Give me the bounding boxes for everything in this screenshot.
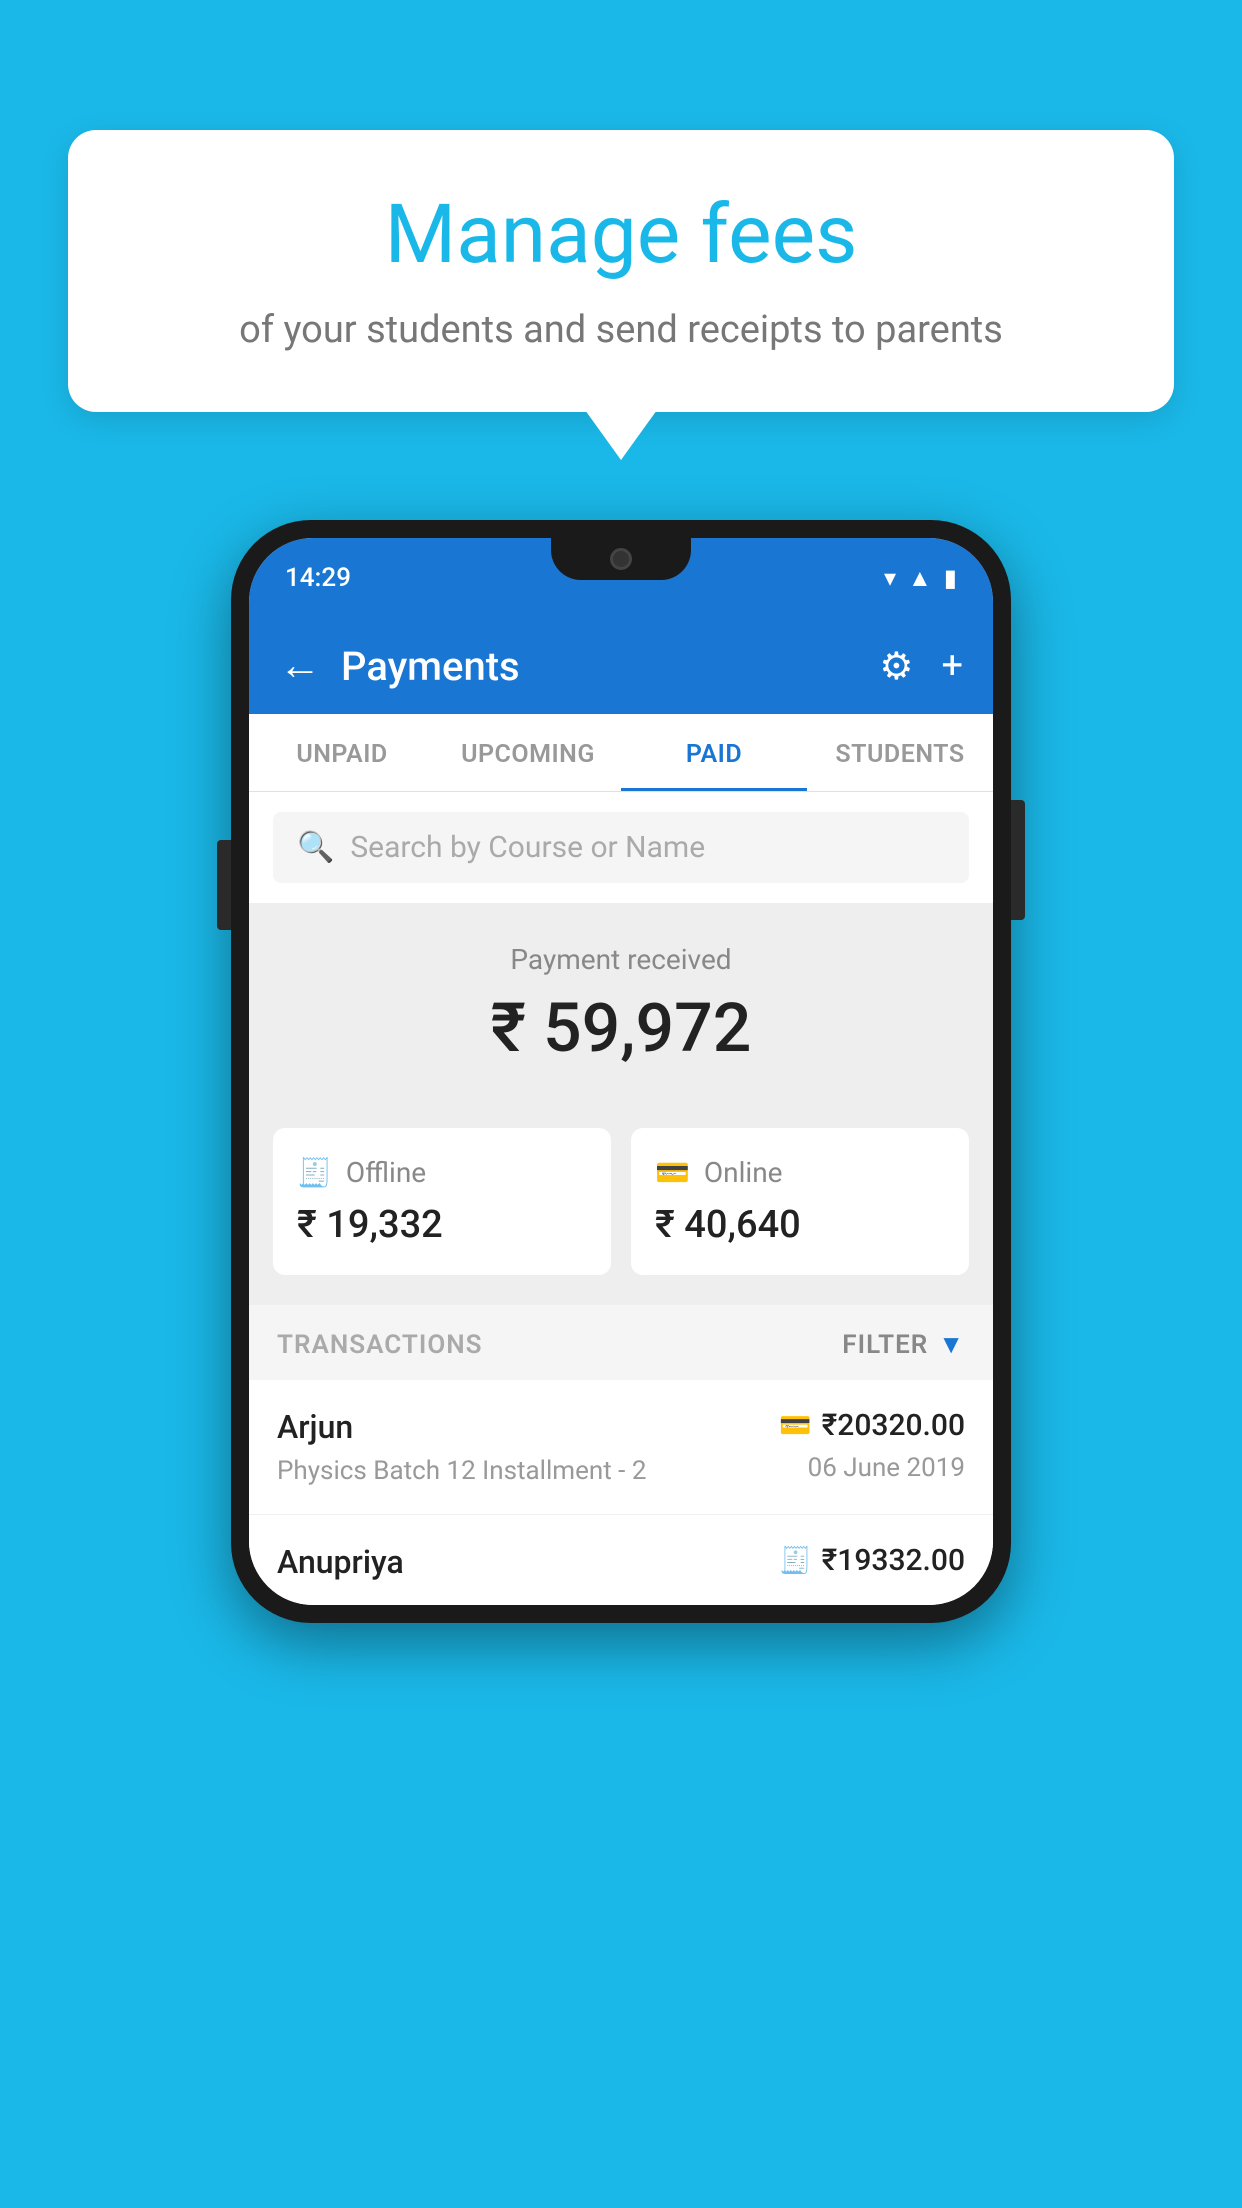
search-bar: 🔍 Search by Course or Name (249, 792, 993, 903)
payment-summary: Payment received ₹ 59,972 (249, 903, 993, 1104)
tx-amount-1: ₹20320.00 (822, 1408, 965, 1443)
online-card: 💳 Online ₹ 40,640 (631, 1128, 969, 1275)
app-header: ← Payments ⚙ + (249, 618, 993, 714)
tx-left-1: Arjun Physics Batch 12 Installment - 2 (277, 1408, 646, 1486)
tx-right-1: 💳 ₹20320.00 06 June 2019 (779, 1408, 965, 1483)
tab-paid[interactable]: PAID (621, 714, 807, 791)
online-label: Online (704, 1156, 783, 1189)
online-amount: ₹ 40,640 (655, 1203, 945, 1247)
table-row[interactable]: Anupriya 🧾 ₹19332.00 (249, 1515, 993, 1605)
payment-total-amount: ₹ 59,972 (279, 988, 963, 1068)
tx-offline-icon-2: 🧾 (779, 1546, 811, 1576)
settings-icon[interactable]: ⚙ (879, 644, 913, 689)
payment-received-label: Payment received (279, 943, 963, 976)
offline-label: Offline (346, 1156, 426, 1189)
status-time: 14:29 (285, 563, 351, 593)
offline-card-header: 🧾 Offline (297, 1156, 587, 1189)
content-area: 🔍 Search by Course or Name Payment recei… (249, 792, 993, 1605)
table-row[interactable]: Arjun Physics Batch 12 Installment - 2 💳… (249, 1380, 993, 1515)
page-title: Payments (341, 643, 520, 690)
back-button[interactable]: ← (279, 645, 321, 687)
add-icon[interactable]: + (941, 644, 963, 688)
battery-icon: ▮ (944, 564, 957, 592)
tx-name-1: Arjun (277, 1408, 646, 1446)
search-input-wrapper[interactable]: 🔍 Search by Course or Name (273, 812, 969, 883)
offline-amount: ₹ 19,332 (297, 1203, 587, 1247)
filter-icon: ▼ (938, 1329, 965, 1360)
wifi-icon: ▾ (884, 564, 896, 592)
status-icons: ▾ ▲ ▮ (884, 564, 957, 593)
status-bar: 14:29 ▾ ▲ ▮ (249, 538, 993, 618)
phone-outer: 14:29 ▾ ▲ ▮ ← Payments ⚙ + (231, 520, 1011, 1623)
header-right: ⚙ + (879, 644, 963, 689)
signal-icon: ▲ (908, 564, 932, 593)
filter-label: FILTER (842, 1330, 928, 1360)
tx-right-2: 🧾 ₹19332.00 (779, 1543, 965, 1588)
tx-card-icon-1: 💳 (779, 1411, 811, 1441)
offline-card: 🧾 Offline ₹ 19,332 (273, 1128, 611, 1275)
tx-amount-2: ₹19332.00 (822, 1543, 965, 1578)
tab-unpaid[interactable]: UNPAID (249, 714, 435, 791)
transactions-header: TRANSACTIONS FILTER ▼ (249, 1305, 993, 1380)
search-placeholder: Search by Course or Name (350, 830, 705, 865)
tab-upcoming[interactable]: UPCOMING (435, 714, 621, 791)
phone-device: 14:29 ▾ ▲ ▮ ← Payments ⚙ + (231, 520, 1011, 1623)
offline-icon: 🧾 (297, 1156, 332, 1189)
tx-amount-row-2: 🧾 ₹19332.00 (779, 1543, 965, 1578)
header-left: ← Payments (279, 643, 520, 690)
tx-detail-1: Physics Batch 12 Installment - 2 (277, 1456, 646, 1486)
tabs-bar: UNPAID UPCOMING PAID STUDENTS (249, 714, 993, 792)
speech-bubble: Manage fees of your students and send re… (68, 130, 1174, 412)
search-icon: 🔍 (297, 830, 334, 865)
tx-left-2: Anupriya (277, 1543, 404, 1591)
speech-bubble-wrapper: Manage fees of your students and send re… (68, 130, 1174, 412)
bubble-subtitle: of your students and send receipts to pa… (108, 304, 1134, 357)
tx-amount-row-1: 💳 ₹20320.00 (779, 1408, 965, 1443)
payment-cards: 🧾 Offline ₹ 19,332 💳 Online ₹ 40,640 (249, 1104, 993, 1305)
tx-name-2: Anupriya (277, 1543, 404, 1581)
bubble-title: Manage fees (108, 190, 1134, 280)
transactions-label: TRANSACTIONS (277, 1330, 483, 1360)
tab-students[interactable]: STUDENTS (807, 714, 993, 791)
filter-button[interactable]: FILTER ▼ (842, 1329, 965, 1360)
online-icon: 💳 (655, 1156, 690, 1189)
camera (610, 548, 632, 570)
notch (551, 538, 691, 580)
phone-screen: 14:29 ▾ ▲ ▮ ← Payments ⚙ + (249, 538, 993, 1605)
tx-date-1: 06 June 2019 (779, 1453, 965, 1483)
online-card-header: 💳 Online (655, 1156, 945, 1189)
